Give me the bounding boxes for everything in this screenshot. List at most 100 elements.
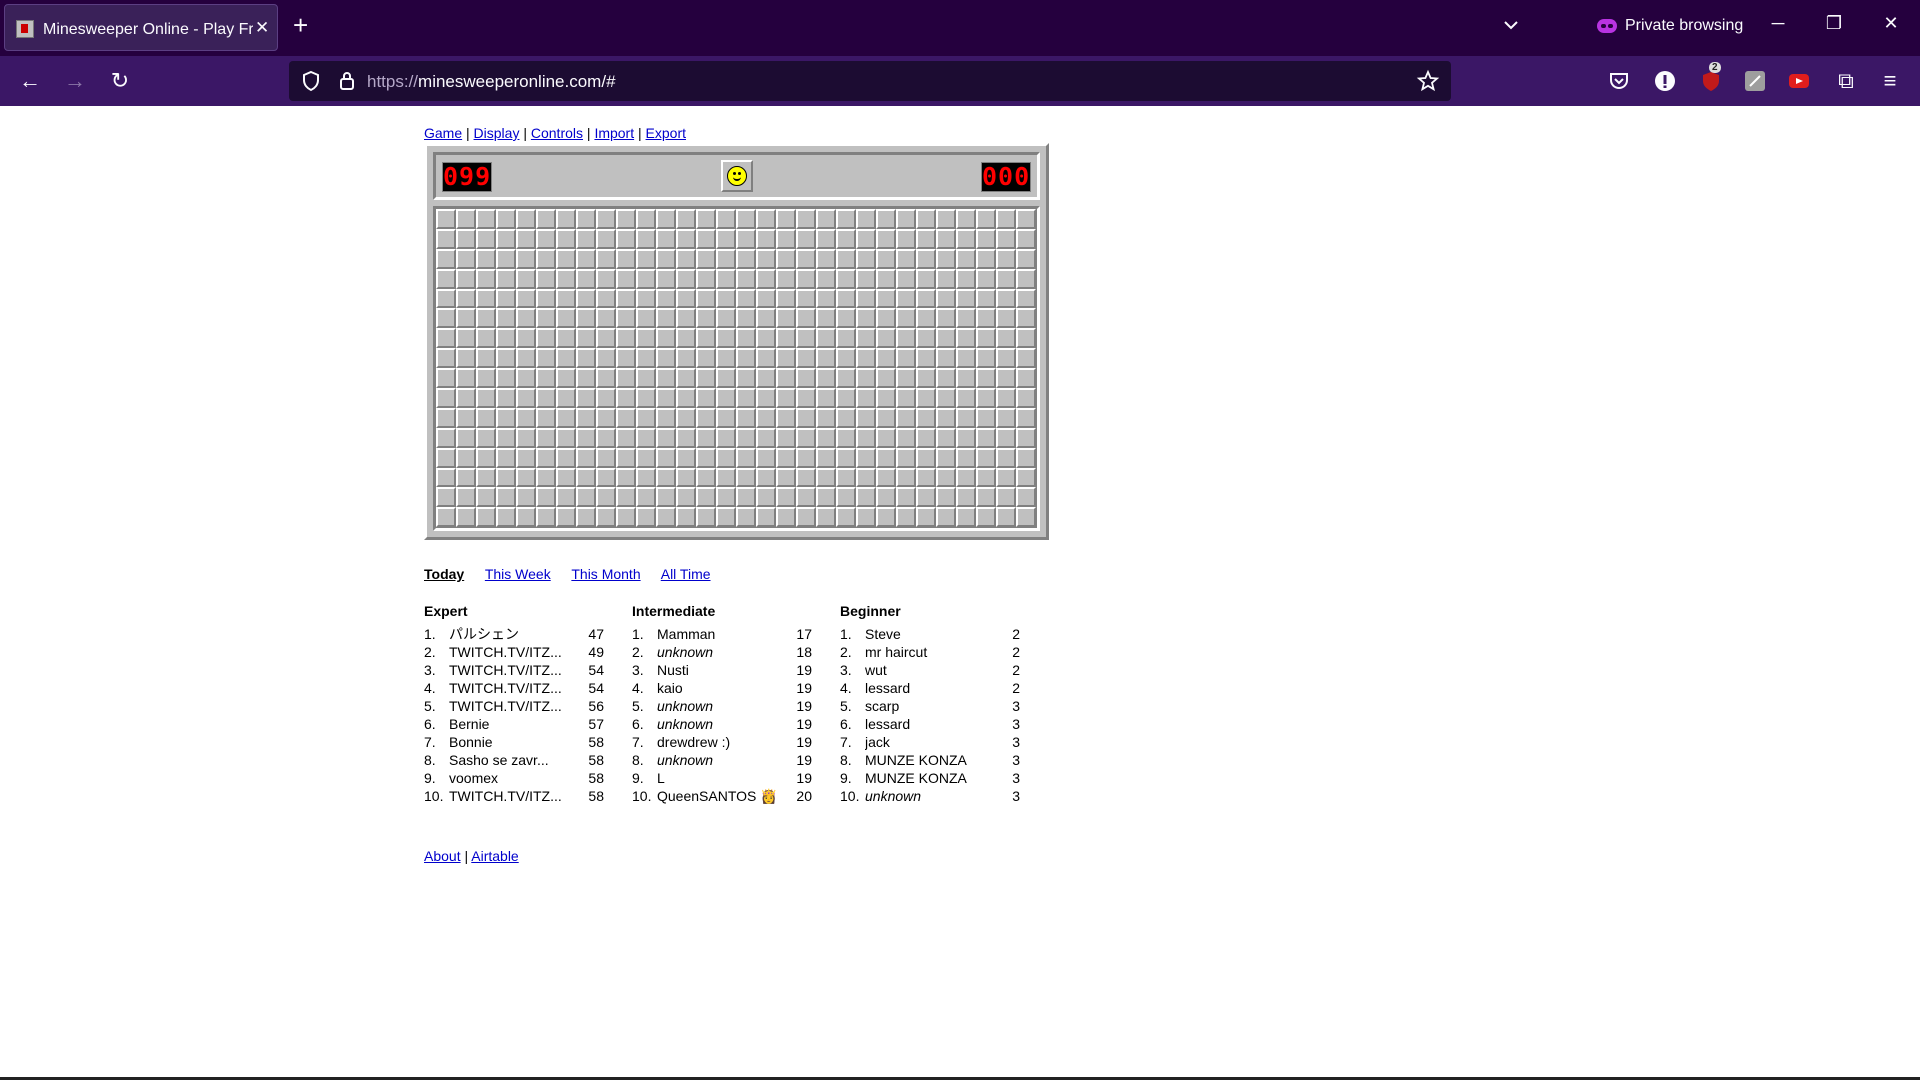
minefield-cell[interactable] bbox=[436, 248, 456, 269]
minefield-cell[interactable] bbox=[976, 348, 996, 369]
minefield-cell[interactable] bbox=[816, 507, 836, 528]
minefield-cell[interactable] bbox=[576, 228, 596, 249]
minefield-cell[interactable] bbox=[836, 288, 856, 309]
minefield-cell[interactable] bbox=[796, 407, 816, 428]
minefield-cell[interactable] bbox=[976, 407, 996, 428]
minefield-cell[interactable] bbox=[676, 507, 696, 528]
tab-this-month[interactable]: This Month bbox=[571, 566, 640, 582]
minefield-cell[interactable] bbox=[716, 248, 736, 269]
minefield-cell[interactable] bbox=[456, 328, 476, 349]
minefield-cell[interactable] bbox=[556, 507, 576, 528]
minefield-cell[interactable] bbox=[816, 427, 836, 448]
menu-game-link[interactable]: Game bbox=[424, 125, 462, 141]
minefield-cell[interactable] bbox=[976, 248, 996, 269]
minefield-cell[interactable] bbox=[556, 368, 576, 389]
restore-icon[interactable]: ❐ bbox=[1819, 13, 1849, 34]
minefield-cell[interactable] bbox=[776, 209, 796, 229]
minefield-cell[interactable] bbox=[956, 268, 976, 289]
minefield-cell[interactable] bbox=[916, 388, 936, 408]
minefield-cell[interactable] bbox=[776, 328, 796, 349]
minefield-cell[interactable] bbox=[736, 368, 756, 389]
minefield-cell[interactable] bbox=[536, 388, 556, 408]
pocket-icon[interactable] bbox=[1608, 70, 1630, 92]
minefield-cell[interactable] bbox=[956, 407, 976, 428]
bookmark-star-icon[interactable] bbox=[1416, 69, 1440, 93]
minefield-cell[interactable] bbox=[556, 487, 576, 508]
minefield-cell[interactable] bbox=[716, 228, 736, 249]
minefield-cell[interactable] bbox=[976, 467, 996, 488]
minefield-cell[interactable] bbox=[656, 209, 676, 229]
minefield-cell[interactable] bbox=[516, 368, 536, 389]
minefield-cell[interactable] bbox=[496, 487, 516, 508]
minefield-cell[interactable] bbox=[616, 447, 636, 468]
minefield-cell[interactable] bbox=[456, 447, 476, 468]
youtube-extension-icon[interactable] bbox=[1788, 70, 1810, 92]
minefield-cell[interactable] bbox=[816, 388, 836, 408]
minefield-cell[interactable] bbox=[836, 228, 856, 249]
minefield-cell[interactable] bbox=[476, 487, 496, 508]
minefield-cell[interactable] bbox=[476, 388, 496, 408]
minefield-cell[interactable] bbox=[936, 308, 956, 329]
minefield-cell[interactable] bbox=[656, 487, 676, 508]
minefield-cell[interactable] bbox=[456, 248, 476, 269]
minefield-cell[interactable] bbox=[896, 228, 916, 249]
minefield-cell[interactable] bbox=[996, 507, 1016, 528]
minefield-cell[interactable] bbox=[836, 308, 856, 329]
minefield-cell[interactable] bbox=[436, 467, 456, 488]
minefield-cell[interactable] bbox=[456, 388, 476, 408]
minefield-cell[interactable] bbox=[876, 507, 896, 528]
minefield-cell[interactable] bbox=[656, 467, 676, 488]
minefield-cell[interactable] bbox=[896, 288, 916, 309]
minefield-cell[interactable] bbox=[976, 447, 996, 468]
minefield-cell[interactable] bbox=[796, 248, 816, 269]
minefield-cell[interactable] bbox=[936, 268, 956, 289]
minefield-cell[interactable] bbox=[956, 507, 976, 528]
minefield-cell[interactable] bbox=[996, 388, 1016, 408]
minefield-cell[interactable] bbox=[596, 288, 616, 309]
minefield-cell[interactable] bbox=[916, 407, 936, 428]
minefield-cell[interactable] bbox=[536, 348, 556, 369]
minefield-cell[interactable] bbox=[996, 467, 1016, 488]
minefield-cell[interactable] bbox=[516, 308, 536, 329]
minefield-cell[interactable] bbox=[576, 407, 596, 428]
minefield-cell[interactable] bbox=[696, 447, 716, 468]
minefield-cell[interactable] bbox=[696, 507, 716, 528]
minefield-cell[interactable] bbox=[756, 268, 776, 289]
minefield-cell[interactable] bbox=[556, 388, 576, 408]
minefield-cell[interactable] bbox=[936, 427, 956, 448]
minefield-cell[interactable] bbox=[796, 427, 816, 448]
minefield-cell[interactable] bbox=[996, 447, 1016, 468]
minefield-cell[interactable] bbox=[756, 427, 776, 448]
minefield-cell[interactable] bbox=[436, 308, 456, 329]
minefield-cell[interactable] bbox=[796, 388, 816, 408]
minefield-cell[interactable] bbox=[596, 228, 616, 249]
minefield-cell[interactable] bbox=[676, 487, 696, 508]
minefield-cell[interactable] bbox=[536, 268, 556, 289]
minefield-cell[interactable] bbox=[836, 407, 856, 428]
minefield-cell[interactable] bbox=[556, 209, 576, 229]
minefield-cell[interactable] bbox=[876, 268, 896, 289]
minefield-cell[interactable] bbox=[496, 507, 516, 528]
minefield-cell[interactable] bbox=[876, 348, 896, 369]
minefield-cell[interactable] bbox=[676, 248, 696, 269]
minefield-cell[interactable] bbox=[936, 388, 956, 408]
minefield-cell[interactable] bbox=[836, 268, 856, 289]
minefield-cell[interactable] bbox=[876, 308, 896, 329]
minefield-cell[interactable] bbox=[476, 268, 496, 289]
minefield-cell[interactable] bbox=[456, 308, 476, 329]
minefield-cell[interactable] bbox=[596, 328, 616, 349]
minefield-cell[interactable] bbox=[516, 268, 536, 289]
minefield-cell[interactable] bbox=[636, 348, 656, 369]
minefield-cell[interactable] bbox=[736, 288, 756, 309]
minefield-cell[interactable] bbox=[936, 328, 956, 349]
minefield-cell[interactable] bbox=[496, 288, 516, 309]
minefield-cell[interactable] bbox=[516, 228, 536, 249]
minefield-cell[interactable] bbox=[816, 288, 836, 309]
minefield-cell[interactable] bbox=[656, 388, 676, 408]
minefield-cell[interactable] bbox=[836, 507, 856, 528]
minefield-cell[interactable] bbox=[856, 209, 876, 229]
minefield-cell[interactable] bbox=[936, 209, 956, 229]
minefield-cell[interactable] bbox=[896, 328, 916, 349]
minefield-cell[interactable] bbox=[536, 427, 556, 448]
minefield-cell[interactable] bbox=[516, 328, 536, 349]
